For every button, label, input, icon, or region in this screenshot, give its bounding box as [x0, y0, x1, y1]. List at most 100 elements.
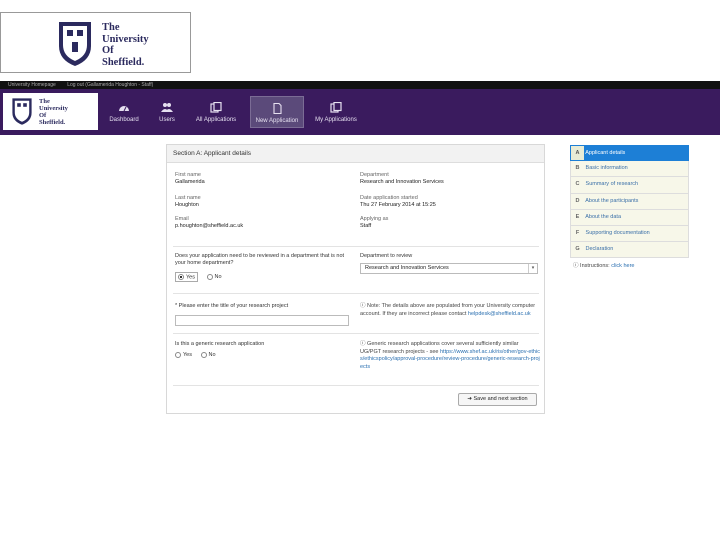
section-label: Supporting documentation [585, 229, 650, 236]
applying-as-label: Applying as [360, 216, 389, 222]
sidebar-item-declaration[interactable]: G Declaration [570, 242, 689, 259]
arrow-right-icon: ➔ [467, 396, 472, 402]
nav-my-applications[interactable]: My Applications [311, 89, 361, 135]
generic-yes-option[interactable]: Yes [175, 352, 192, 358]
utility-bar: University Homepage Log out (Gallamerida… [0, 81, 720, 89]
section-label: Basic information [585, 165, 628, 172]
section-letter: F [575, 229, 580, 236]
users-icon [161, 103, 173, 112]
university-logo: The University Of Sheffield. [0, 12, 191, 73]
section-letter: C [575, 181, 580, 188]
no-label: No [208, 352, 216, 359]
sidebar-item-applicant-details[interactable]: A Applicant details [570, 145, 689, 162]
review-yes-option[interactable]: Yes [175, 272, 198, 283]
logo-line: University [39, 105, 68, 112]
nav-label: My Applications [315, 117, 357, 123]
logo-line: University [102, 33, 149, 45]
department-value: Research and Innovation Services [360, 178, 444, 185]
logo-line: Sheffield. [39, 119, 66, 126]
helpdesk-link[interactable]: helpdesk@sheffield.ac.uk [468, 311, 531, 317]
divider [173, 246, 539, 247]
section-letter: E [575, 213, 580, 220]
section-label: About the data [585, 213, 622, 220]
nav-label: Users [159, 117, 175, 123]
last-name-value: Houghton [175, 201, 199, 208]
project-title-label: * Please enter the title of your researc… [175, 303, 289, 309]
sidebar-item-about-participants[interactable]: D About the participants [570, 193, 689, 210]
sidebar-item-supporting-documentation[interactable]: F Supporting documentation [570, 225, 689, 243]
dept-review-select[interactable]: Research and Innovation Services ▾ [360, 263, 538, 274]
logo-line: Of [102, 45, 114, 56]
radio-yes[interactable] [178, 274, 184, 280]
generic-note: ⓘ Generic research applications cover se… [360, 341, 540, 371]
sidebar-item-about-data[interactable]: E About the data [570, 209, 689, 226]
radio-no[interactable] [200, 352, 207, 358]
logo-line: Sheffield. [102, 56, 145, 68]
radio-no[interactable] [206, 274, 213, 280]
first-name-label: First name [175, 172, 201, 178]
section-label: About the participants [585, 197, 639, 204]
dept-review-label: Department to review [360, 253, 413, 259]
divider [173, 293, 539, 294]
date-started-field: Date application started Thu 27 February… [360, 195, 436, 208]
instructions-prefix: Instructions: [580, 263, 610, 269]
generic-no-option[interactable]: No [200, 352, 216, 359]
section-label: Summary of research [585, 181, 639, 188]
project-title-input[interactable] [175, 315, 349, 326]
applications-icon [210, 102, 222, 113]
logo-line: The [39, 98, 50, 105]
logout-link[interactable]: Log out (Gallamerida Houghton - Staff) [67, 82, 153, 88]
instructions-link[interactable]: click here [611, 263, 634, 269]
save-next-label: Save and next section [473, 396, 528, 402]
email-field: Email p.houghton@sheffield.ac.uk [175, 216, 243, 229]
info-icon: ⓘ [360, 341, 366, 347]
last-name-label: Last name [175, 195, 201, 201]
nav-users[interactable]: Users [152, 89, 182, 135]
main-navbar: The University Of Sheffield. Dashboard U… [0, 89, 720, 135]
nav-label: Dashboard [109, 117, 139, 123]
panel-title: Section A: Applicant details [167, 145, 544, 163]
nav-all-applications[interactable]: All Applications [192, 89, 240, 135]
account-note: ⓘ Note: The details above are populated … [360, 303, 540, 318]
nav-label: All Applications [195, 117, 237, 123]
dept-review-value: Research and Innovation Services [365, 265, 449, 271]
section-letter: D [575, 197, 580, 204]
yes-label: Yes [186, 274, 195, 281]
section-label: Applicant details [585, 150, 626, 156]
sidebar-item-summary-of-research[interactable]: C Summary of research [570, 177, 689, 194]
yes-label: Yes [183, 352, 192, 359]
nav-new-application[interactable]: New Application [250, 96, 304, 128]
section-label: Declaration [585, 246, 614, 253]
email-value: p.houghton@sheffield.ac.uk [175, 222, 244, 229]
sidebar-item-basic-information[interactable]: B Basic information [570, 161, 689, 178]
nav-logo[interactable]: The University Of Sheffield. [3, 93, 98, 130]
section-letter: G [575, 246, 580, 253]
nav-dashboard[interactable]: Dashboard [104, 89, 144, 135]
save-next-button[interactable]: ➔ Save and next section [458, 393, 537, 406]
my-applications-icon [330, 102, 342, 113]
nav-label: New Application [255, 118, 299, 124]
dashboard-icon [119, 106, 129, 112]
applicant-details-panel: Section A: Applicant details First name … [166, 144, 545, 414]
university-crest-icon [59, 22, 91, 66]
info-icon: ⓘ [360, 303, 366, 309]
first-name-field: First name Gallamerida [175, 172, 205, 185]
last-name-field: Last name Houghton [175, 195, 201, 208]
university-crest-icon [12, 98, 32, 125]
university-homepage-link[interactable]: University Homepage [8, 82, 56, 88]
section-letter: A [571, 146, 584, 161]
logo-line: The [102, 22, 120, 33]
radio-yes[interactable] [175, 352, 181, 358]
divider [173, 333, 539, 334]
no-label: No [214, 274, 222, 281]
review-radio-group: Yes No [175, 272, 229, 283]
logo-line: Of [39, 112, 47, 119]
review-no-option[interactable]: No [206, 274, 222, 281]
section-sidebar: A Applicant details B Basic information … [570, 145, 689, 259]
info-icon: ⓘ [573, 263, 579, 269]
applying-as-field: Applying as Staff [360, 216, 388, 229]
chevron-down-icon: ▾ [528, 264, 537, 273]
first-name-value: Gallamerida [175, 178, 205, 185]
applying-as-value: Staff [360, 222, 372, 229]
department-field: Department Research and Innovation Servi… [360, 172, 444, 185]
